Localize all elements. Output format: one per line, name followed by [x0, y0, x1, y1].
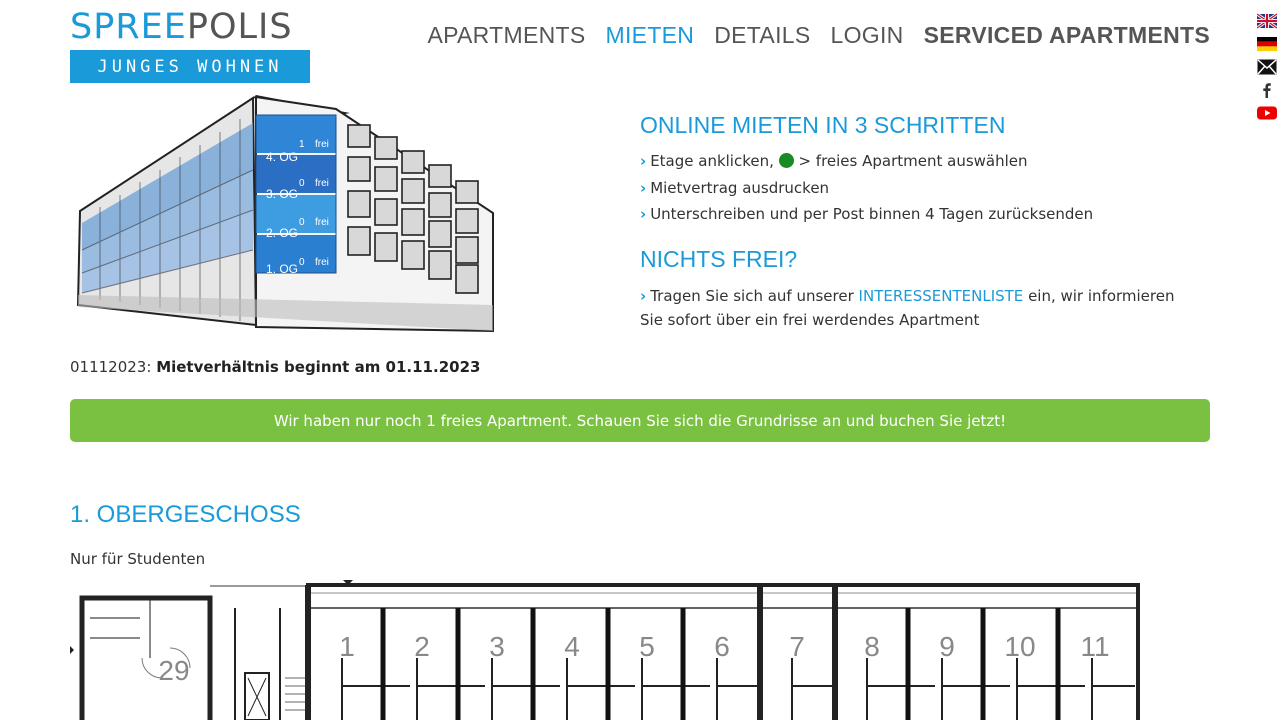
steps-title: ONLINE MIETEN IN 3 SCHRITTEN — [640, 112, 1006, 138]
unit-label-6[interactable]: 6 — [714, 631, 730, 662]
logo-word-polis: POLIS — [186, 7, 293, 47]
tenancy-notice: 01112023: Mietverhältnis beginnt am 01.1… — [70, 356, 480, 378]
floor-free-word-3: frei — [315, 178, 329, 189]
site-logo[interactable]: SPREEPOLIS JUNGES WOHNEN — [70, 8, 310, 83]
floor-free-word-1: frei — [315, 257, 329, 268]
chevron-right-icon: › — [640, 152, 647, 170]
floor-subtitle: Nur für Studenten — [70, 550, 206, 568]
building-floor-selector[interactable]: 4. OG 1 frei 3. OG 0 frei 2. OG 0 frei 1… — [70, 95, 500, 340]
logo-wordmark: SPREEPOLIS — [70, 8, 310, 48]
floor-title: 1. OBERGESCHOSS — [70, 501, 301, 528]
logo-tagline: JUNGES WOHNEN — [70, 50, 310, 83]
available-dot-icon — [778, 153, 794, 168]
floor-free-count-1: 0 — [299, 257, 305, 268]
unit-label-3[interactable]: 3 — [489, 631, 505, 662]
floor-free-word-2: frei — [315, 217, 329, 228]
floor-free-count-4: 1 — [299, 139, 305, 150]
step-1-text-b: > freies Apartment auswählen — [798, 152, 1028, 170]
unit-label-10[interactable]: 10 — [1004, 631, 1035, 662]
step-2: › Mietvertrag ausdrucken — [640, 175, 1200, 202]
notice-code: 01112023: — [70, 358, 152, 376]
unit-label-4[interactable]: 4 — [564, 631, 580, 662]
floor-label-3[interactable]: 3. OG — [266, 187, 298, 201]
interest-text: › Tragen Sie sich auf unserer INTERESSENT… — [640, 284, 1200, 332]
unit-label-7[interactable]: 7 — [789, 631, 805, 662]
chevron-right-icon: › — [640, 205, 647, 223]
chevron-right-icon: › — [640, 286, 647, 305]
floor-label-4[interactable]: 4. OG — [266, 150, 298, 164]
unit-label-9[interactable]: 9 — [939, 631, 955, 662]
unit-label-2[interactable]: 2 — [414, 631, 430, 662]
floor-label-1[interactable]: 1. OG — [266, 262, 298, 276]
step-3: › Unterschreiben und per Post binnen 4 Ta… — [640, 201, 1200, 228]
side-icon-bar — [1257, 12, 1277, 122]
nothing-free-title: NICHTS FREI? — [640, 245, 798, 272]
nav-mieten[interactable]: MIETEN — [606, 20, 695, 50]
nav-apartments[interactable]: APARTMENTS — [427, 20, 585, 50]
step-1-text-a: Etage anklicken, — [650, 152, 774, 170]
facebook-icon[interactable] — [1257, 81, 1277, 99]
notice-text: Mietverhältnis beginnt am 01.11.2023 — [156, 358, 481, 376]
youtube-icon[interactable] — [1257, 104, 1277, 122]
rent-steps: ONLINE MIETEN IN 3 SCHRITTEN › Etage ankl… — [640, 110, 1200, 332]
step-1: › Etage anklicken, > freies Apartment aus… — [640, 148, 1200, 175]
interest-list-link[interactable]: INTERESSENTENLISTE — [859, 287, 1024, 305]
floor-free-count-3: 0 — [299, 178, 305, 189]
step-2-text: Mietvertrag ausdrucken — [650, 178, 830, 197]
floor-free-word-4: frei — [315, 139, 329, 150]
unit-label-8[interactable]: 8 — [864, 631, 880, 662]
unit-label-29[interactable]: 29 — [158, 655, 189, 686]
availability-banner[interactable]: Wir haben nur noch 1 freies Apartment. S… — [70, 399, 1210, 442]
step-3-text: Unterschreiben und per Post binnen 4 Tag… — [650, 205, 1094, 223]
logo-word-spree: SPREE — [70, 7, 187, 47]
unit-label-11[interactable]: 11 — [1080, 631, 1109, 662]
chevron-right-icon: › — [640, 178, 647, 197]
interest-text-a: Tragen Sie sich auf unserer — [650, 286, 854, 305]
main-nav: APARTMENTS MIETEN DETAILS LOGIN SERVICED… — [427, 20, 1210, 50]
floor-label-2[interactable]: 2. OG — [266, 226, 298, 240]
floor-free-count-2: 0 — [299, 217, 305, 228]
floor-plan: 29 1 2 3 4 5 6 7 8 9 10 11 — [70, 580, 1140, 720]
nav-details[interactable]: DETAILS — [714, 20, 810, 50]
flag-uk-icon[interactable] — [1257, 12, 1277, 30]
mail-icon[interactable] — [1257, 58, 1277, 76]
nav-login[interactable]: LOGIN — [831, 20, 904, 50]
unit-label-5[interactable]: 5 — [639, 631, 655, 662]
unit-label-1[interactable]: 1 — [339, 631, 355, 662]
nav-serviced-apartments[interactable]: SERVICED APARTMENTS — [924, 20, 1210, 50]
flag-de-icon[interactable] — [1257, 35, 1277, 53]
